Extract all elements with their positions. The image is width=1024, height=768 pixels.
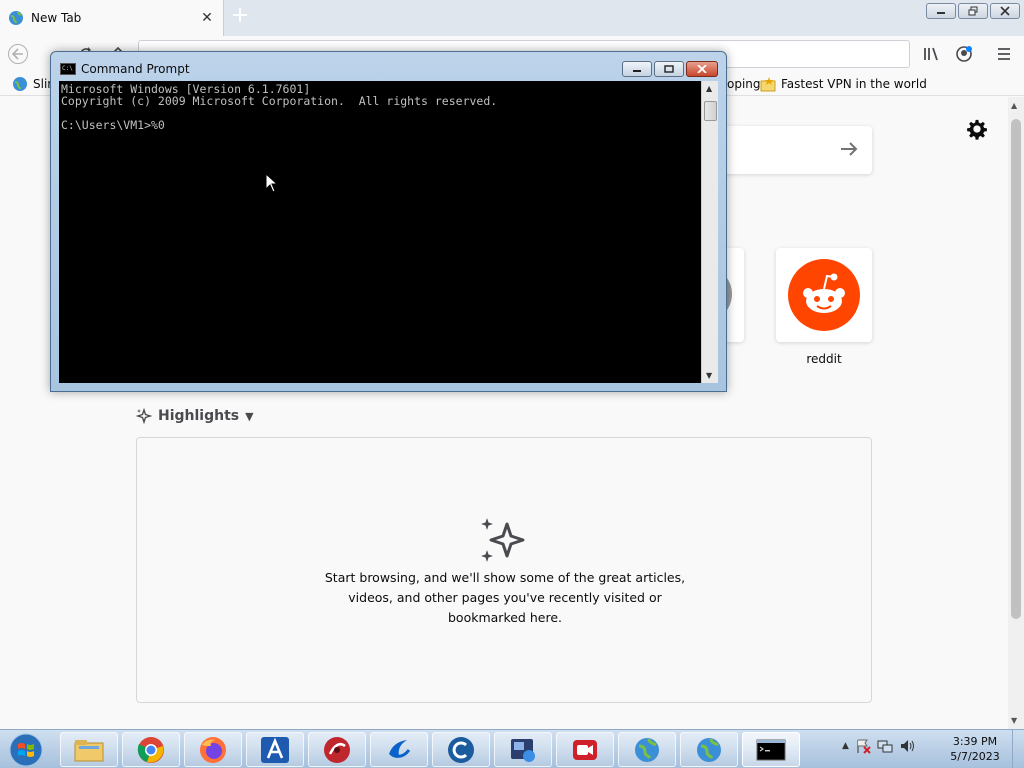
close-icon: [697, 65, 707, 73]
restore-button[interactable]: [958, 3, 988, 19]
blue-wave-icon: [389, 739, 411, 758]
console-prompt-line: C:\Users\VM1>%0: [61, 118, 165, 132]
hamburger-menu-icon: [998, 48, 1010, 60]
chrome-icon: [137, 736, 164, 763]
arrow-right-icon[interactable]: [838, 138, 860, 160]
scroll-down-icon[interactable]: ▼: [706, 371, 712, 380]
gear-icon[interactable]: [966, 118, 988, 140]
scroll-down-icon[interactable]: ▼: [1011, 716, 1017, 725]
cmd-window-controls: [622, 61, 718, 77]
screen-tool-icon: [511, 738, 535, 762]
network-icon[interactable]: [877, 738, 893, 754]
console-line: Copyright (c) 2009 Microsoft Corporation…: [61, 94, 498, 108]
top-site-tile-reddit[interactable]: [776, 248, 872, 342]
back-button[interactable]: [4, 40, 32, 68]
highlights-label: Highlights: [158, 408, 240, 424]
taskbar-firefox[interactable]: [184, 732, 242, 767]
highlights-empty-state: Start browsing, and we'll show some of t…: [136, 437, 872, 703]
firefox-icon: [200, 736, 226, 763]
windows-logo-icon: [9, 733, 43, 766]
taskbar-globe-app[interactable]: [680, 732, 738, 767]
system-tray: ▲: [842, 738, 915, 754]
taskbar-app-screen[interactable]: [494, 732, 552, 767]
highlights-header[interactable]: Highlights ▼: [136, 406, 254, 426]
highlights-empty-text: Start browsing, and we'll show some of t…: [324, 570, 686, 625]
top-site-label: reddit: [806, 352, 842, 366]
arc-logo-icon: [261, 736, 289, 763]
cmd-scrollbar[interactable]: ▲ ▼: [701, 81, 718, 383]
minimize-icon: [937, 12, 945, 14]
account-button[interactable]: [950, 40, 978, 68]
minimize-icon: [633, 70, 641, 72]
page-scrollbar[interactable]: ▲ ▼: [1008, 97, 1024, 729]
globe-icon: [635, 737, 659, 762]
chevron-down-icon[interactable]: ▼: [245, 410, 253, 423]
taskbar-app-blue-wave[interactable]: [370, 732, 428, 767]
cmd-window-title: Command Prompt: [81, 62, 190, 76]
action-center-flag-icon[interactable]: [855, 738, 871, 754]
taskbar-arc-app[interactable]: [246, 732, 304, 767]
reddit-icon: [788, 259, 860, 331]
globe-icon: [697, 737, 721, 762]
taskbar-ccleaner[interactable]: [432, 732, 490, 767]
folder-icon: [74, 739, 104, 761]
sparkle-icon: [136, 408, 152, 424]
scroll-up-icon[interactable]: ▲: [1011, 101, 1017, 110]
bookmark-label: Fastest VPN in the world: [781, 77, 927, 91]
clock-time: 3:39 PM: [952, 735, 998, 748]
cmd-close-button[interactable]: [686, 61, 718, 77]
ccleaner-icon: [448, 736, 474, 763]
menu-button[interactable]: [990, 40, 1018, 68]
taskbar-screen-recorder[interactable]: [556, 732, 614, 767]
maximize-icon: [664, 65, 674, 73]
volume-icon[interactable]: [899, 738, 915, 754]
scrollbar-thumb[interactable]: [704, 101, 717, 121]
globe-icon: [13, 77, 27, 91]
sparkle-icon: [481, 518, 525, 562]
command-prompt-window[interactable]: C:\ Command Prompt Microsoft Windows [Ve…: [50, 51, 727, 392]
system-clock[interactable]: 3:39 PM 5/7/2023: [944, 734, 1006, 764]
tab-strip: New Tab ✕ +: [0, 0, 1024, 36]
taskbar-globe-app[interactable]: [618, 732, 676, 767]
taskbar-chrome[interactable]: [122, 732, 180, 767]
account-icon: [956, 46, 972, 62]
close-button[interactable]: [990, 3, 1020, 19]
back-arrow-icon: [8, 44, 28, 64]
cmd-maximize-button[interactable]: [654, 61, 684, 77]
show-hidden-icons[interactable]: ▲: [842, 741, 849, 751]
library-icon: [924, 47, 938, 61]
cmd-icon: C:\: [60, 63, 76, 75]
clock-date: 5/7/2023: [950, 750, 1000, 763]
tab-title: New Tab: [31, 11, 82, 25]
bookmark-label: oping: [727, 77, 761, 91]
scrollbar-thumb[interactable]: [1011, 119, 1021, 619]
cmd-icon: [756, 739, 786, 760]
globe-icon: [9, 11, 23, 25]
tab-new-tab[interactable]: New Tab ✕: [0, 0, 224, 36]
minimize-button[interactable]: [926, 3, 956, 19]
browser-window-controls: [926, 3, 1020, 19]
bookmark-item[interactable]: oping: [727, 75, 761, 93]
library-button[interactable]: [918, 40, 946, 68]
video-camera-icon: [573, 739, 597, 760]
restore-icon: [968, 6, 978, 16]
show-desktop-button[interactable]: [1012, 730, 1024, 768]
taskbar-app-red[interactable]: [308, 732, 366, 767]
close-icon: [1000, 6, 1010, 16]
new-tab-button[interactable]: +: [228, 4, 252, 28]
start-button[interactable]: [4, 731, 48, 768]
taskbar-file-explorer[interactable]: [60, 732, 118, 767]
folder-star-icon: [760, 77, 776, 92]
cmd-minimize-button[interactable]: [622, 61, 652, 77]
cmd-title-bar[interactable]: C:\ Command Prompt: [51, 52, 726, 80]
mouse-pointer-icon: [265, 173, 279, 193]
taskbar-command-prompt[interactable]: [742, 732, 800, 767]
bookmark-item[interactable]: Fastest VPN in the world: [760, 75, 927, 93]
cmd-console-output[interactable]: Microsoft Windows [Version 6.1.7601] Cop…: [59, 81, 701, 383]
taskbar: ▲ 3:39 PM 5/7/2023: [0, 729, 1024, 768]
red-disc-icon: [324, 736, 350, 763]
close-tab-icon[interactable]: ✕: [199, 10, 215, 26]
scroll-up-icon[interactable]: ▲: [706, 84, 712, 93]
